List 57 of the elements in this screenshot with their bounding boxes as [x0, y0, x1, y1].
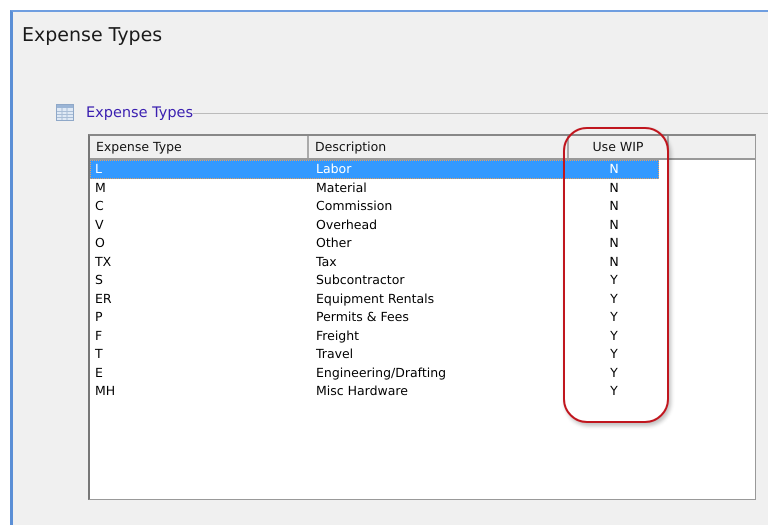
table-cell-text: TX — [94, 252, 112, 270]
table-row[interactable]: S Subcontractor Y — [90, 271, 659, 290]
table-cell-text: O — [94, 234, 106, 252]
table-cell-text: Overhead — [315, 216, 378, 234]
table-cell-text: T — [94, 345, 104, 363]
table-cell-text: Subcontractor — [315, 271, 406, 289]
table-row[interactable]: ER Equipment Rentals Y — [90, 290, 659, 308]
table-cell-text: Y — [609, 364, 619, 382]
table-cell-text: Travel — [315, 345, 354, 363]
table-row[interactable]: F Freight Y — [90, 326, 659, 345]
table-cell-text: Y — [609, 290, 619, 308]
table-row[interactable]: O Other N — [90, 234, 659, 252]
column-header[interactable]: Description — [309, 136, 569, 158]
table-cell-text: C — [94, 197, 105, 215]
table-cell-text: ER — [94, 290, 113, 308]
table-row[interactable]: P Permits & Fees Y — [90, 308, 659, 326]
table-cell-text: M — [94, 178, 107, 196]
table-cell-text: N — [608, 178, 620, 196]
table-cell-text: Freight — [315, 326, 360, 345]
table-cell-text: Other — [315, 234, 352, 252]
table-cell-text: Equipment Rentals — [315, 290, 436, 308]
table-cell-text: N — [608, 160, 620, 178]
table-cell-text: Y — [609, 326, 619, 344]
table-cell-text: Commission — [315, 197, 394, 215]
table-row[interactable]: C Commission N — [90, 197, 659, 216]
table-row[interactable]: TX Tax N — [90, 252, 659, 271]
table-cell-text: S — [94, 271, 104, 289]
table-cell-text: N — [608, 197, 620, 215]
table-cell-text: Y — [609, 308, 619, 326]
window-title: Expense Types — [22, 24, 164, 46]
table-cell-text: MH — [94, 382, 116, 400]
table-cell-text: Material — [315, 178, 368, 196]
group-title: Expense Types — [86, 104, 194, 120]
table-cell-text: F — [94, 326, 104, 344]
table-row[interactable]: MH Misc Hardware Y — [90, 382, 659, 400]
column-header[interactable]: Use WIP — [569, 136, 669, 158]
table-cell-text: N — [608, 252, 620, 270]
table-cell-text: P — [94, 308, 104, 326]
table-cell-text: N — [608, 216, 620, 234]
table-cell-text: Engineering/Drafting — [315, 364, 448, 382]
table-row[interactable]: E Engineering/Drafting Y — [90, 364, 659, 382]
table-cell-text: Permits & Fees — [315, 308, 410, 326]
table-row[interactable]: T Travel Y — [90, 345, 659, 364]
table-row[interactable]: M Material N — [90, 178, 659, 197]
table-cell-text: L — [94, 160, 103, 178]
table-row[interactable]: V Overhead N — [90, 216, 659, 234]
column-header[interactable]: Expense Type — [90, 136, 309, 158]
table-cell-text: Tax — [315, 252, 338, 270]
table-cell-text: Misc Hardware — [315, 382, 409, 400]
table-cell-text: E — [94, 364, 104, 382]
table-cell-text: Y — [609, 382, 619, 400]
table-cell-text: Y — [609, 271, 619, 289]
table-cell-text: Labor — [315, 160, 352, 178]
table-icon — [56, 104, 74, 121]
table-cell-text: N — [608, 234, 620, 252]
table-cell-text: V — [94, 216, 105, 234]
table-cell-text: Y — [609, 345, 619, 363]
